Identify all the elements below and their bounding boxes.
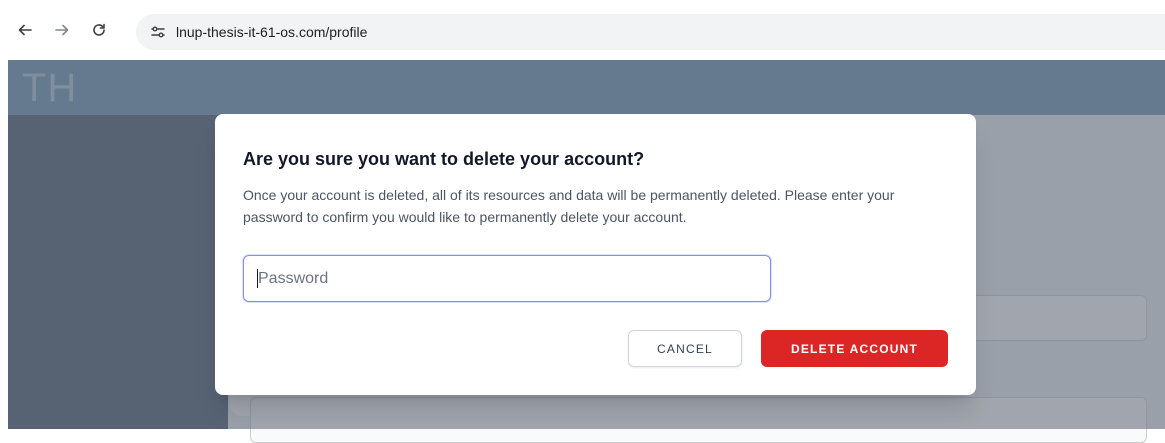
password-input[interactable] — [243, 255, 771, 302]
delete-account-modal: Are you sure you want to delete your acc… — [215, 114, 976, 395]
text-caret — [257, 269, 258, 288]
cancel-button[interactable]: CANCEL — [628, 330, 742, 367]
site-settings-icon[interactable] — [148, 22, 168, 42]
url-text[interactable]: lnup-thesis-it-61-os.com/profile — [176, 22, 367, 42]
forward-arrow-icon[interactable] — [51, 19, 73, 41]
reload-icon[interactable] — [88, 19, 110, 41]
modal-title: Are you sure you want to delete your acc… — [243, 149, 645, 169]
back-arrow-icon[interactable] — [14, 19, 36, 41]
modal-description: Once your account is deleted, all of its… — [243, 187, 895, 225]
delete-account-button[interactable]: DELETE ACCOUNT — [761, 330, 948, 367]
